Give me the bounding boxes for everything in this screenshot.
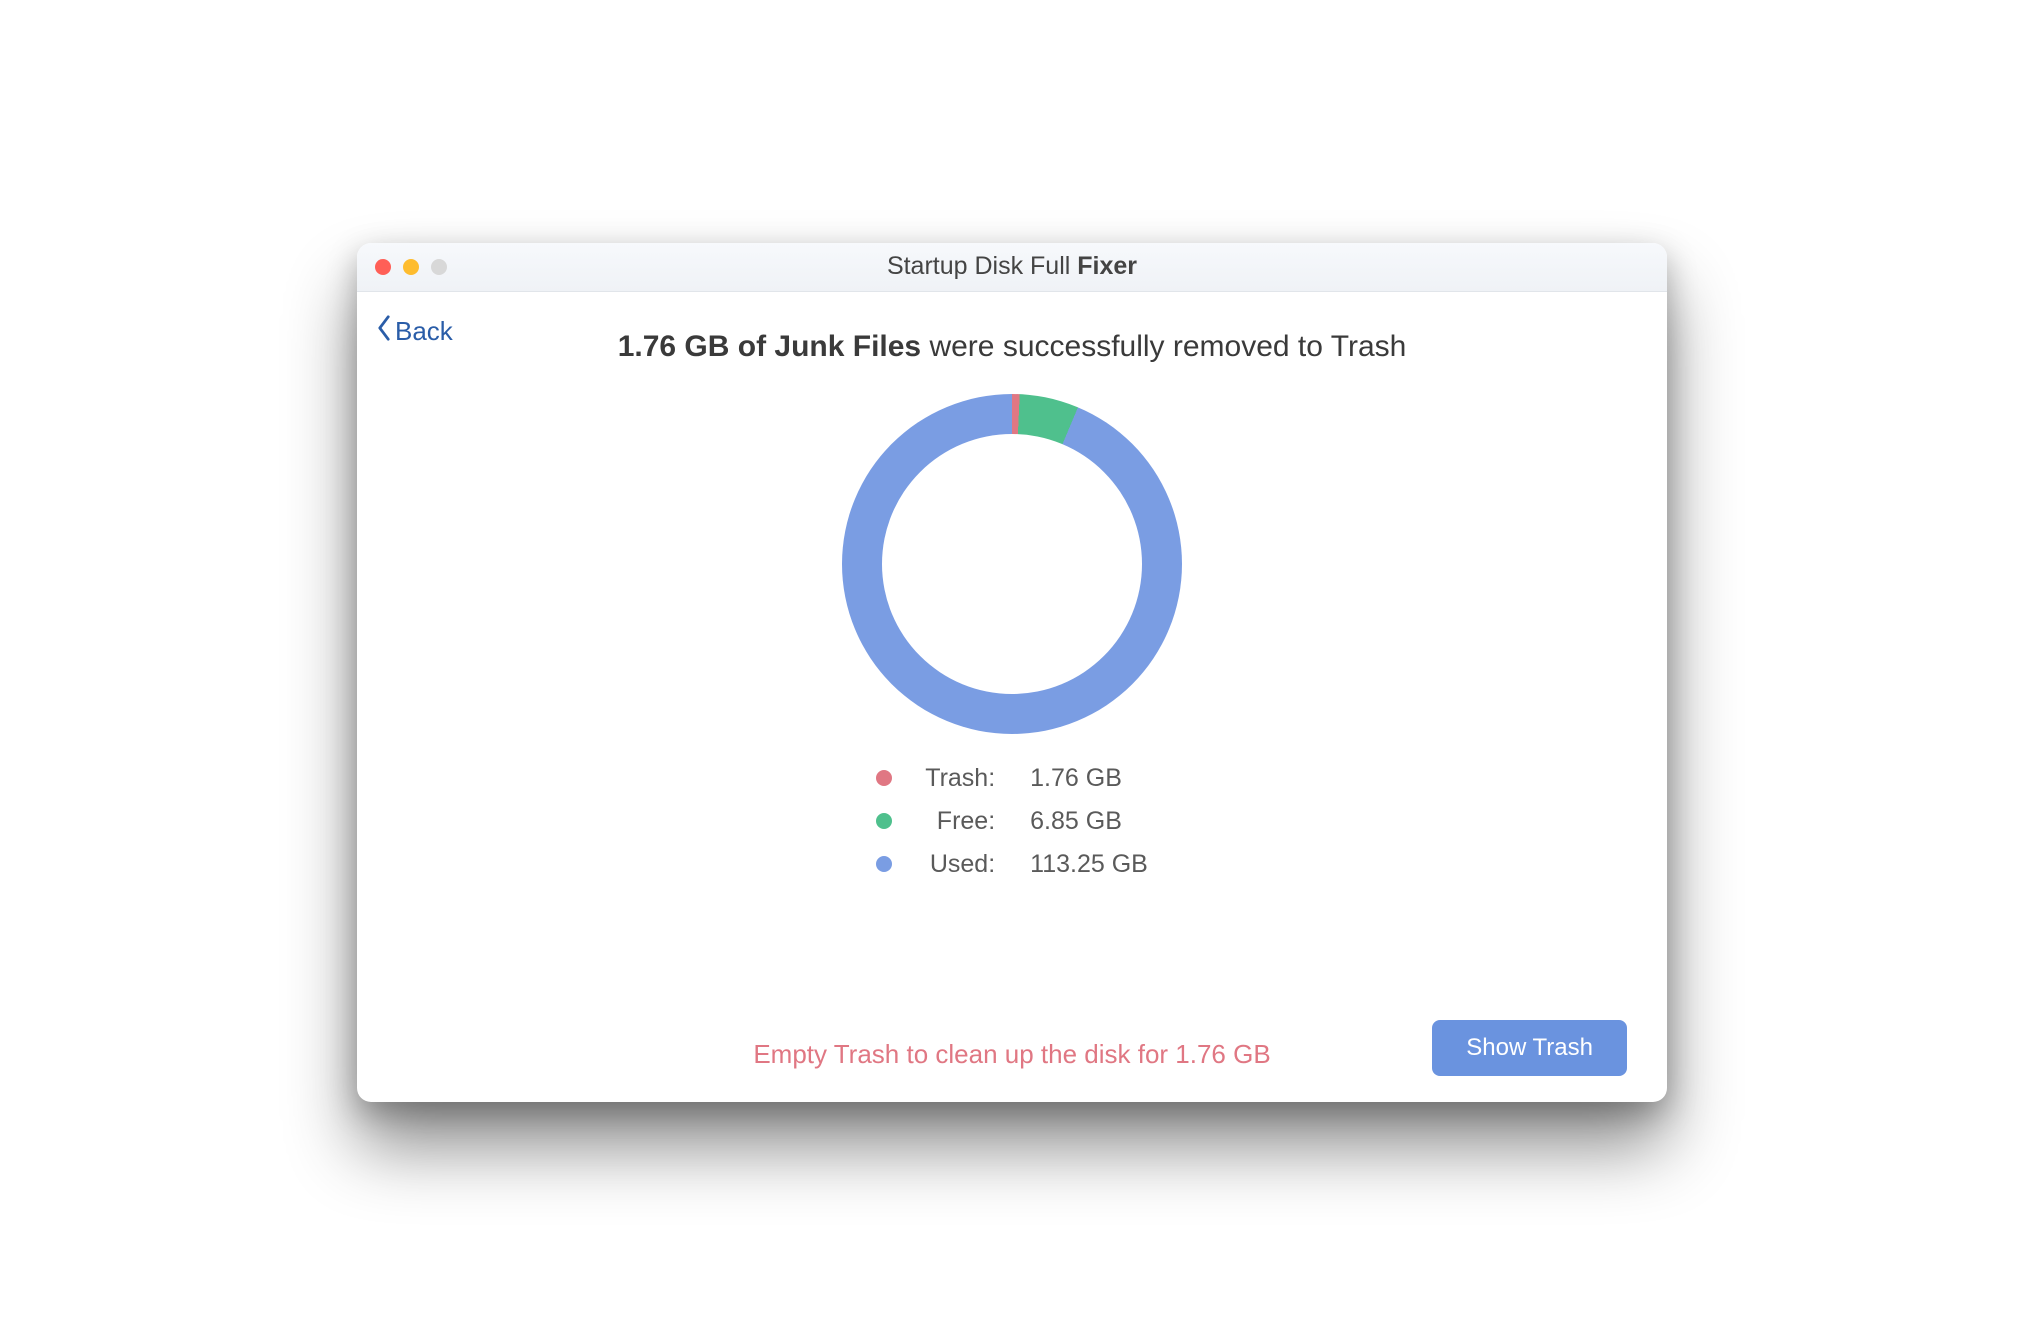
legend-value: 1.76 GB: [1030, 764, 1122, 793]
legend: Trash: 1.76 GB Free: 6.85 GB Used: 113.2…: [876, 764, 1148, 879]
disk-usage-donut-chart: [842, 394, 1182, 734]
dot-icon: [876, 813, 892, 829]
back-button[interactable]: Back: [377, 315, 453, 348]
legend-label: Trash:: [910, 764, 995, 793]
result-headline-bold: 1.76 GB of Junk Files: [618, 330, 921, 363]
legend-row-free: Free: 6.85 GB: [876, 807, 1148, 836]
app-window: Startup Disk Full Fixer Back 1.76 GB of …: [357, 243, 1667, 1102]
titlebar: Startup Disk Full Fixer: [357, 243, 1667, 292]
show-trash-button[interactable]: Show Trash: [1432, 1020, 1627, 1076]
dot-icon: [876, 856, 892, 872]
legend-label: Free:: [910, 807, 995, 836]
chevron-left-icon: [377, 315, 391, 348]
empty-trash-hint: Empty Trash to clean up the disk for 1.7…: [753, 1039, 1270, 1070]
window-close-button[interactable]: [375, 259, 391, 275]
content-area: Back 1.76 GB of Junk Files were successf…: [357, 292, 1667, 1102]
dot-icon: [876, 770, 892, 786]
result-headline: 1.76 GB of Junk Files were successfully …: [397, 330, 1627, 364]
footer: Empty Trash to clean up the disk for 1.7…: [357, 1039, 1667, 1070]
result-headline-rest: were successfully removed to Trash: [921, 330, 1406, 363]
donut-hole: [882, 434, 1142, 694]
legend-value: 113.25 GB: [1030, 850, 1148, 879]
window-title-bold: Fixer: [1077, 252, 1137, 280]
window-zoom-button[interactable]: [431, 259, 447, 275]
window-minimize-button[interactable]: [403, 259, 419, 275]
traffic-lights: [375, 259, 447, 275]
window-title: Startup Disk Full Fixer: [357, 252, 1667, 281]
back-label: Back: [395, 316, 453, 347]
legend-row-trash: Trash: 1.76 GB: [876, 764, 1148, 793]
legend-row-used: Used: 113.25 GB: [876, 850, 1148, 879]
legend-value: 6.85 GB: [1030, 807, 1122, 836]
legend-label: Used:: [910, 850, 995, 879]
window-title-prefix: Startup Disk Full: [887, 252, 1077, 280]
